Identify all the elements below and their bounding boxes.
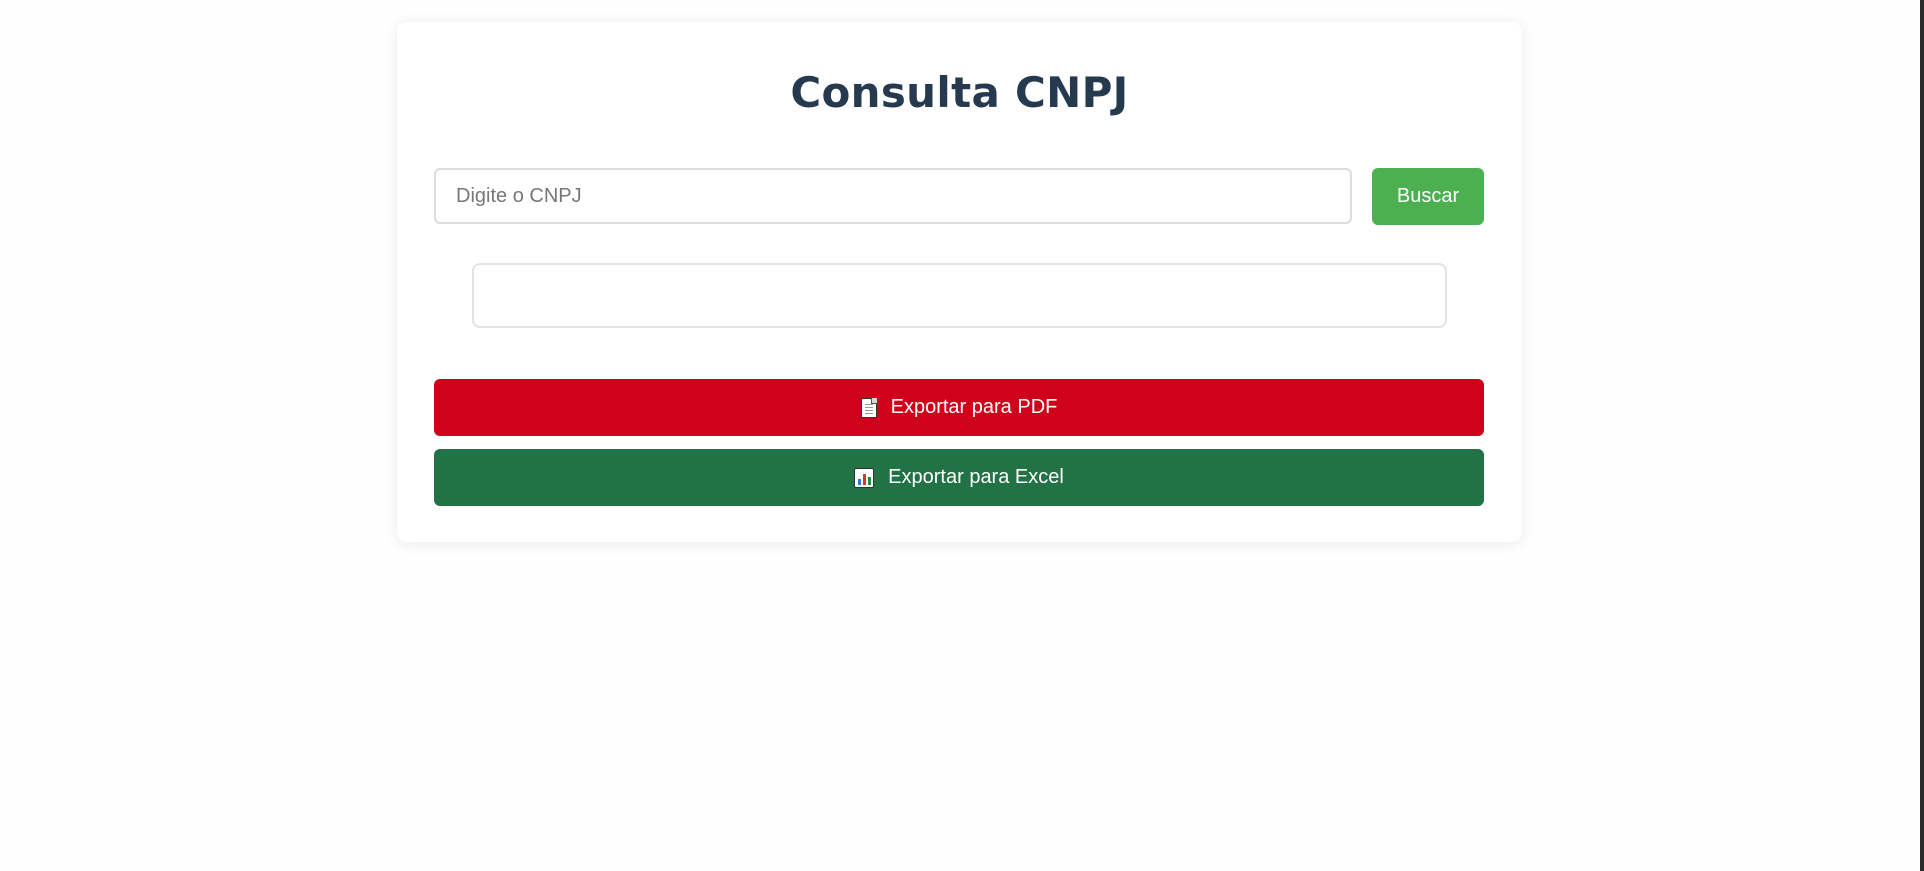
result-box xyxy=(472,263,1447,328)
export-excel-label: Exportar para Excel xyxy=(888,466,1064,488)
bar-chart-icon xyxy=(854,467,875,488)
cnpj-card: Consulta CNPJ Buscar Exportar para PDF E… xyxy=(397,22,1522,542)
export-excel-button[interactable]: Exportar para Excel xyxy=(434,449,1484,506)
export-pdf-button[interactable]: Exportar para PDF xyxy=(434,379,1484,436)
window-edge xyxy=(1920,0,1924,871)
search-button[interactable]: Buscar xyxy=(1372,168,1484,225)
page-title: Consulta CNPJ xyxy=(790,68,1129,117)
export-pdf-label: Exportar para PDF xyxy=(890,396,1058,418)
page: Consulta CNPJ Buscar Exportar para PDF E… xyxy=(0,0,1924,871)
page-facing-up-icon xyxy=(860,397,877,418)
cnpj-input[interactable] xyxy=(434,168,1352,224)
